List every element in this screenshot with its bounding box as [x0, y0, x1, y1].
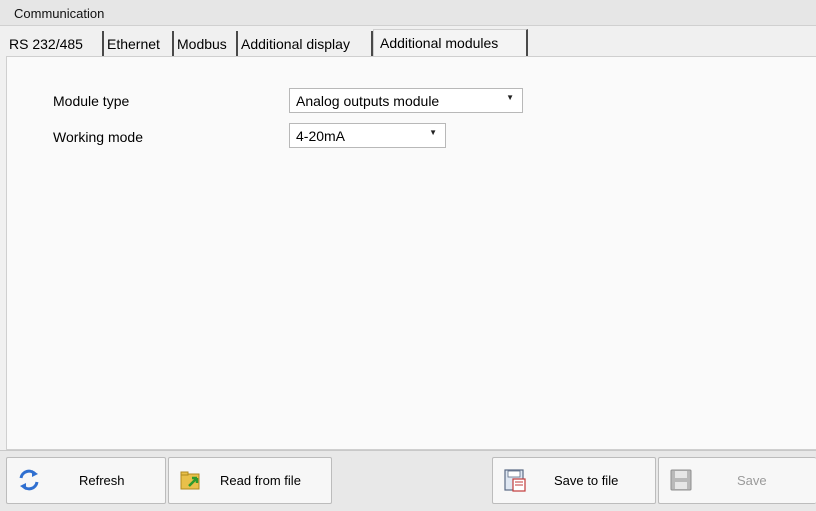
- tab-additional-display[interactable]: Additional display: [238, 31, 373, 57]
- tab-modbus[interactable]: Modbus: [174, 31, 238, 57]
- save-button[interactable]: Save: [658, 457, 816, 504]
- module-type-select[interactable]: Analog outputs module ▼: [289, 88, 523, 113]
- bottom-toolbar: Refresh Read from file Save to file Save: [0, 450, 816, 511]
- refresh-icon: [19, 469, 39, 491]
- tab-ethernet[interactable]: Ethernet: [104, 31, 174, 57]
- dropdown-arrow-icon: ▼: [506, 93, 514, 102]
- floppy-disk-icon: [670, 469, 692, 491]
- module-type-label: Module type: [53, 93, 130, 109]
- working-mode-value: 4-20mA: [296, 128, 346, 144]
- working-mode-label: Working mode: [53, 129, 144, 145]
- refresh-button-label: Refresh: [79, 473, 125, 488]
- tab-bar: RS 232/485 Ethernet Modbus Additional di…: [6, 29, 816, 57]
- save-button-label: Save: [737, 473, 767, 488]
- read-from-file-button-label: Read from file: [220, 473, 301, 488]
- tab-content-panel: Module type Analog outputs module ▼ Work…: [6, 56, 816, 450]
- save-to-file-button-label: Save to file: [554, 473, 619, 488]
- window-title: Communication: [14, 6, 105, 21]
- tab-rs232-485[interactable]: RS 232/485: [6, 31, 104, 57]
- read-from-file-button[interactable]: Read from file: [168, 457, 332, 504]
- save-to-file-icon: [504, 469, 526, 492]
- tab-additional-modules[interactable]: Additional modules: [373, 29, 528, 56]
- save-to-file-button[interactable]: Save to file: [492, 457, 656, 504]
- module-type-value: Analog outputs module: [296, 93, 440, 109]
- folder-open-icon: [180, 471, 200, 490]
- refresh-button[interactable]: Refresh: [6, 457, 166, 504]
- dropdown-arrow-icon: ▼: [429, 128, 437, 137]
- working-mode-select[interactable]: 4-20mA ▼: [289, 123, 446, 148]
- window-titlebar: Communication: [0, 0, 816, 26]
